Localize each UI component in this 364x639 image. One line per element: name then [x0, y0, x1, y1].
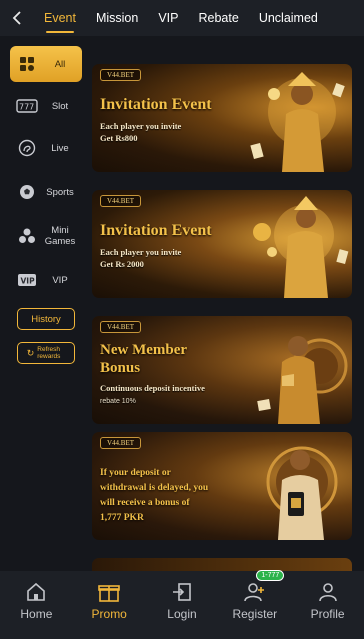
sidebar-item-sports[interactable]: Sports [10, 174, 82, 210]
refresh-rewards-label: Refresh rewards [37, 346, 61, 360]
sidebar-item-label: Sports [46, 186, 74, 198]
tab-rebate[interactable]: Rebate [189, 0, 249, 36]
nav-profile[interactable]: Profile [291, 571, 364, 639]
tab-mission[interactable]: Mission [86, 0, 148, 36]
tab-vip[interactable]: VIP [148, 0, 188, 36]
promo-title: If your deposit or [100, 468, 171, 478]
profile-icon [315, 579, 341, 605]
back-button[interactable] [0, 0, 34, 36]
live-dealer-icon [16, 137, 38, 159]
promo-card-invitation-2000[interactable]: V44.BET Invitation Event Each player you… [92, 190, 352, 298]
svg-text:777: 777 [19, 103, 34, 112]
promo-brand: V44.BET [100, 195, 142, 207]
promo-line: Each player you invite [100, 247, 182, 257]
slot-machine-icon: 777 [16, 95, 38, 117]
nav-label: Profile [310, 607, 345, 621]
gift-icon [96, 579, 122, 605]
sidebar-item-label: VIP [52, 274, 68, 286]
top-bar: Event Mission VIP Rebate Unclaimed [0, 0, 364, 36]
promo-title-line4: 1,777 PKR [100, 513, 144, 523]
vip-badge-icon: VIP [16, 269, 38, 291]
nav-register[interactable]: 1-777 Register [218, 570, 291, 639]
add-user-icon [242, 579, 268, 605]
chevron-left-icon [12, 11, 21, 25]
promo-line: Get Rs800 [100, 133, 138, 143]
refresh-rewards-button[interactable]: ↻ Refresh rewards [17, 342, 75, 364]
login-icon [169, 579, 195, 605]
tab-unclaimed[interactable]: Unclaimed [249, 0, 328, 36]
tab-bar: Event Mission VIP Rebate Unclaimed [34, 0, 364, 36]
nav-login[interactable]: Login [146, 571, 219, 639]
svg-text:VIP: VIP [21, 277, 36, 286]
sidebar-item-all[interactable]: All [10, 46, 82, 82]
promo-figure-image [257, 336, 348, 424]
promo-line: rebate 10% [100, 398, 136, 405]
promo-figure-image [250, 72, 345, 172]
promo-brand: V44.BET [100, 321, 142, 333]
sidebar-item-slot[interactable]: 777 Slot [10, 88, 82, 124]
promotions-screen: Event Mission VIP Rebate Unclaimed All 7… [0, 0, 364, 639]
soccer-ball-icon [16, 181, 38, 203]
grid-icon [16, 53, 38, 75]
promo-card-invitation-800[interactable]: V44.BET Invitation Event Each player you… [92, 64, 352, 172]
mini-games-icon [16, 225, 38, 247]
nav-promo[interactable]: Promo [73, 571, 146, 639]
promo-title: Invitation Event [100, 222, 212, 239]
sidebar-item-label: Slot [51, 100, 69, 112]
sidebar-item-label: All [54, 58, 66, 70]
promo-brand: V44.BET [100, 69, 142, 81]
category-sidebar: All 777 Slot Live Sports Mini Games VIP … [0, 40, 84, 570]
bonus-badge: 1-777 [256, 570, 285, 581]
history-button[interactable]: History [17, 308, 75, 330]
nav-label: Login [167, 607, 197, 621]
promo-title: New Member [100, 342, 188, 358]
promo-card-partial[interactable] [92, 558, 352, 572]
sidebar-item-label: Live [51, 142, 69, 154]
nav-label: Register [232, 607, 278, 621]
sidebar-item-label: Mini Games [44, 225, 76, 247]
bottom-nav: Home Promo Login 1-777 Register Profile [0, 570, 364, 639]
tab-event[interactable]: Event [34, 0, 86, 36]
promo-figure-image [266, 446, 338, 540]
promo-brand: V44.BET [100, 437, 142, 449]
promo-card-background [92, 558, 352, 572]
promo-card-new-member[interactable]: V44.BET New Member Bonus Continuous depo… [92, 316, 352, 424]
refresh-icon: ↻ [26, 347, 35, 358]
sidebar-item-vip[interactable]: VIP VIP [10, 262, 82, 298]
promo-title-line2: withdrawal is delayed, you [100, 483, 209, 493]
promo-figure-image [253, 196, 349, 298]
promo-title-line2: Bonus [100, 360, 141, 376]
promo-line: Get Rs 2000 [100, 259, 144, 269]
nav-label: Home [20, 607, 53, 621]
promo-line: Continuous deposit incentive [100, 383, 205, 393]
nav-label: Promo [91, 607, 127, 621]
promo-card-delayed-bonus[interactable]: V44.BET If your deposit or withdrawal is… [92, 432, 352, 540]
promo-list: V44.BET Invitation Event Each player you… [92, 52, 352, 572]
nav-home[interactable]: Home [0, 571, 73, 639]
home-icon [23, 579, 49, 605]
sidebar-item-live[interactable]: Live [10, 130, 82, 166]
sidebar-item-mini-games[interactable]: Mini Games [10, 218, 82, 254]
promo-line: Each player you invite [100, 121, 182, 131]
promo-title: Invitation Event [100, 96, 212, 113]
promo-title-line3: will receive a bonus of [100, 498, 190, 508]
